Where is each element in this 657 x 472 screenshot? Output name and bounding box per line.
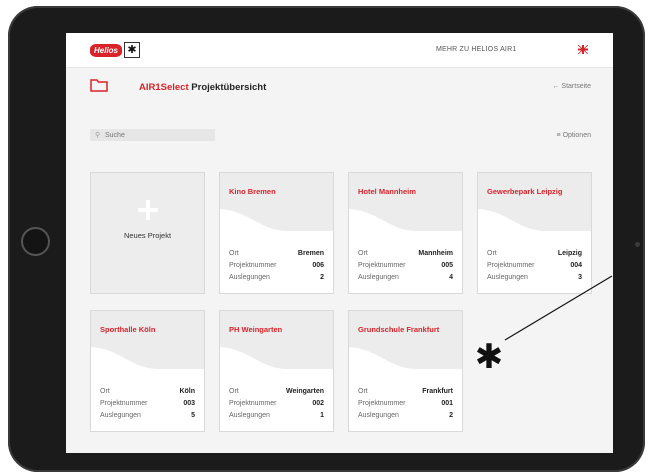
fan-symbol-icon: ✱ <box>474 338 504 376</box>
annotation-line <box>504 275 613 341</box>
